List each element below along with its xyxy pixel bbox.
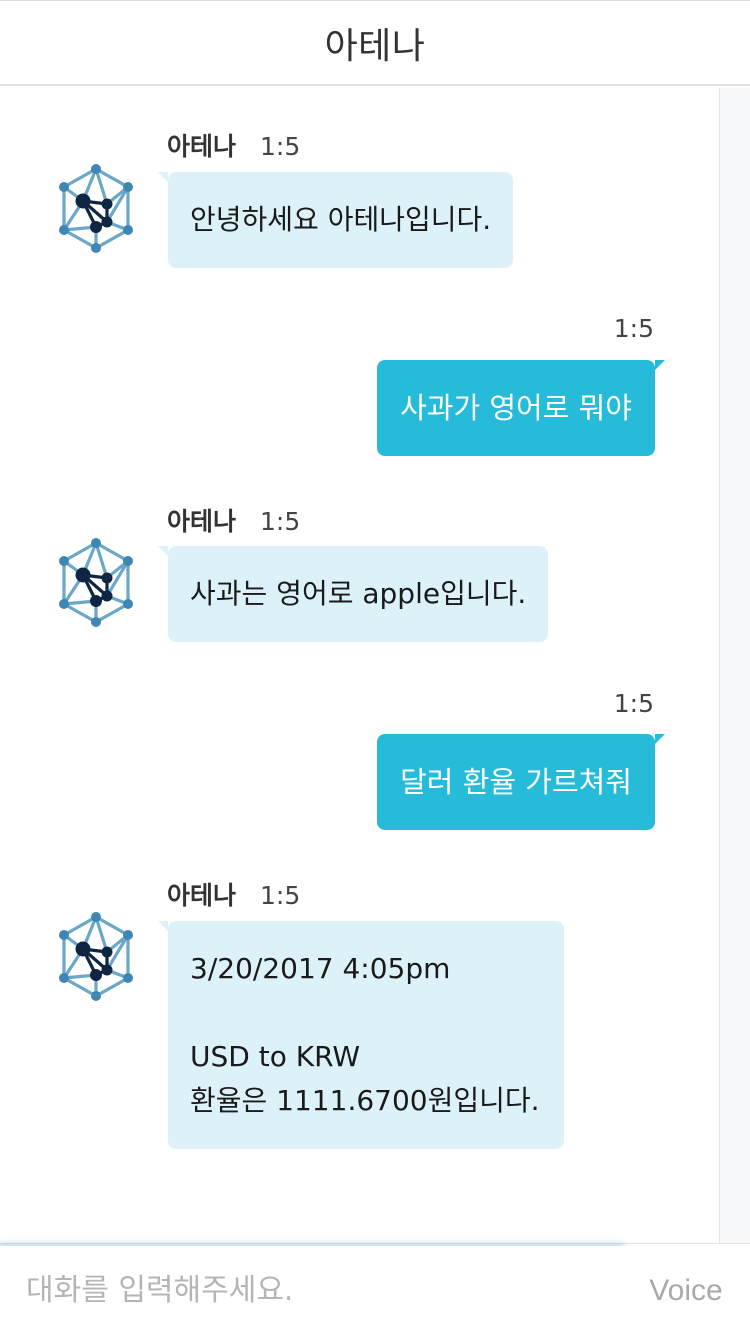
sender-name: 아테나 xyxy=(167,132,237,161)
message-time: 1:5 xyxy=(613,314,654,343)
network-hexagon-icon xyxy=(57,536,135,629)
bot-bubble: 3/20/2017 4:05pm USD to KRW 환율은 1111.670… xyxy=(158,921,564,1149)
message-time: 1:5 xyxy=(260,507,301,536)
user-bubble: 달러 환율 가르쳐줘 xyxy=(377,734,665,830)
message-text: 안녕하세요 아테나입니다. xyxy=(190,203,492,236)
scrollbar-track[interactable] xyxy=(719,88,750,1243)
message-text: 달러 환율 가르쳐줘 xyxy=(400,765,632,799)
message-time: 1:5 xyxy=(260,132,301,161)
header-bar: 아테나 xyxy=(0,0,750,86)
page-title: 아테나 xyxy=(324,25,426,67)
chat-app: 아테나 아테나 1:5 안녕하세요 아테나입니다. 1:5 사과가 영어로 뭐야 … xyxy=(0,0,750,1334)
message-meta: 아테나 1:5 xyxy=(167,127,300,163)
message-meta: 아테나 1:5 xyxy=(167,502,300,538)
bot-bubble: 사과는 영어로 apple입니다. xyxy=(157,546,549,642)
message-text: 사과는 영어로 apple입니다. xyxy=(190,577,527,610)
bot-message: 아테나 1:5 3/20/2017 4:05pm USD to KRW 환율은 1… xyxy=(0,876,719,1152)
network-hexagon-icon xyxy=(57,910,135,1003)
input-bar: Voice xyxy=(0,1243,750,1334)
network-hexagon-icon xyxy=(57,162,135,255)
bot-bubble: 안녕하세요 아테나입니다. xyxy=(157,172,514,268)
message-line: USD to KRW xyxy=(190,1040,361,1073)
message-line: 3/20/2017 4:05pm xyxy=(190,952,451,985)
sender-name: 아테나 xyxy=(167,507,237,536)
bot-message: 아테나 1:5 안녕하세요 아테나입니다. xyxy=(0,127,719,269)
message-time: 1:5 xyxy=(260,881,301,910)
bot-message: 아테나 1:5 사과는 영어로 apple입니다. xyxy=(0,502,719,644)
user-bubble: 사과가 영어로 뭐야 xyxy=(377,360,665,456)
message-line xyxy=(190,991,540,1035)
message-time: 1:5 xyxy=(613,689,654,718)
message-meta: 아테나 1:5 xyxy=(167,876,300,912)
message-input[interactable] xyxy=(0,1246,622,1334)
message-text: 사과가 영어로 뭐야 xyxy=(400,391,632,425)
voice-button[interactable]: Voice xyxy=(622,1246,750,1334)
sender-name: 아테나 xyxy=(167,881,237,910)
message-line: 환율은 1111.6700원입니다. xyxy=(190,1084,540,1117)
